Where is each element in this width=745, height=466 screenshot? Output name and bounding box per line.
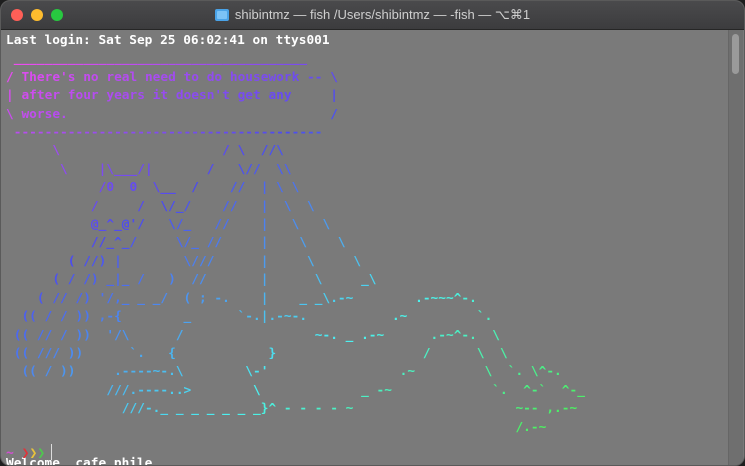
terminal-output: Last login: Sat Sep 25 06:02:41 on ttys0… [6, 32, 585, 465]
folder-icon [214, 9, 229, 21]
terminal-content[interactable]: Last login: Sat Sep 25 06:02:41 on ttys0… [1, 30, 729, 465]
scroll-thumb[interactable] [732, 34, 739, 74]
window-title-area: shibintmz — fish /Users/shibintmz — -fis… [1, 1, 744, 29]
text-cursor [51, 444, 53, 460]
cowsay-art: ______________________________________ /… [6, 51, 585, 435]
title-bar[interactable]: shibintmz — fish /Users/shibintmz — -fis… [1, 1, 744, 30]
window-title: shibintmz — fish /Users/shibintmz — -fis… [234, 7, 531, 22]
terminal-window: shibintmz — fish /Users/shibintmz — -fis… [0, 0, 745, 466]
prompt-arrows: ❯❯❯ [21, 446, 46, 461]
prompt-tilde: ~ [6, 446, 14, 461]
prompt-line[interactable]: ~ ❯❯❯ [6, 444, 53, 464]
scrollbar[interactable] [728, 30, 743, 465]
last-login-line: Last login: Sat Sep 25 06:02:41 on ttys0… [6, 33, 330, 48]
